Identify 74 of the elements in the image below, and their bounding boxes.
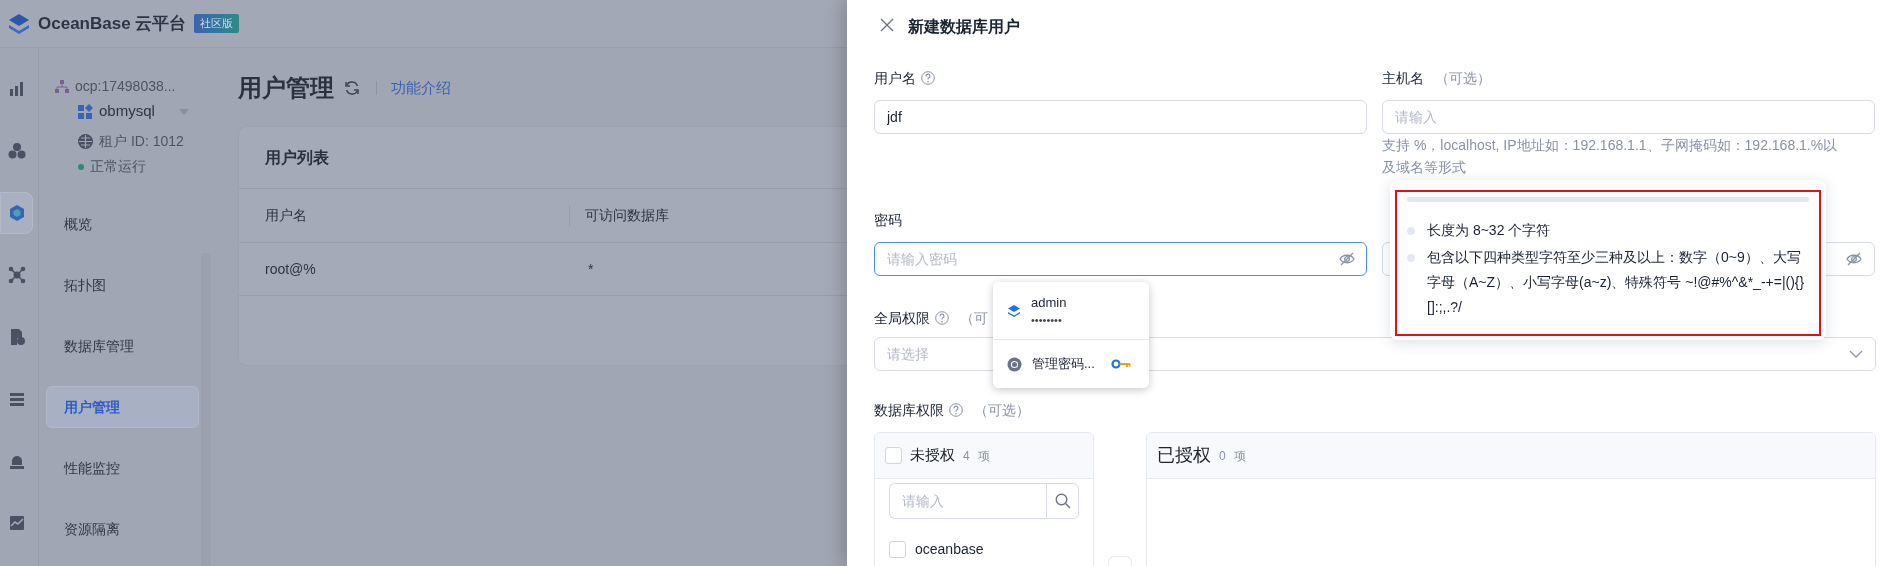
help-icon xyxy=(949,403,963,417)
refresh-button[interactable] xyxy=(344,79,362,97)
eye-off-icon[interactable] xyxy=(1339,251,1355,267)
optional-hint: （可选） xyxy=(974,400,1030,420)
field-label: 用户名 xyxy=(874,68,916,88)
sidebar-item[interactable]: 概览 xyxy=(46,203,199,245)
password-field[interactable]: 请输入密码 xyxy=(874,242,1367,276)
sidebar-item[interactable]: 拓扑图 xyxy=(46,264,199,306)
bar-chart-icon xyxy=(7,80,26,98)
key-icon xyxy=(1111,359,1131,369)
status-dot-icon xyxy=(78,163,84,170)
optional-hint: （可 xyxy=(960,308,988,328)
field-label: 数据库权限 xyxy=(874,400,944,420)
browser-icon xyxy=(1007,356,1022,372)
hierarchy-icon xyxy=(55,79,69,94)
chevron-down-icon xyxy=(1849,350,1863,358)
refresh-icon xyxy=(344,80,360,96)
checkbox[interactable] xyxy=(889,541,906,558)
sidebar-item[interactable]: 资源隔离 xyxy=(46,508,199,550)
line-chart-icon xyxy=(7,514,26,532)
tenant-icon xyxy=(78,104,93,119)
select-all-checkbox[interactable] xyxy=(885,447,902,464)
globe-icon xyxy=(78,134,93,149)
masked-password: •••••••• xyxy=(1031,313,1063,328)
drawer-title: 新建数据库用户 xyxy=(908,17,1020,37)
account-name: admin xyxy=(1031,293,1067,312)
list-item-label: oceanbase xyxy=(915,540,984,559)
search-field[interactable]: 请输入 xyxy=(889,483,1046,519)
sidebar-item[interactable]: 用户管理 xyxy=(46,386,199,428)
page-title: 用户管理 xyxy=(238,73,334,103)
count-unit: 项 xyxy=(977,447,990,465)
field-label: 全局权限 xyxy=(874,308,930,328)
tenant-status: 正常运行 xyxy=(90,157,146,176)
column-header: 用户名 xyxy=(264,206,308,225)
rule-text: 长度为 8~32 个字符 xyxy=(1427,221,1551,240)
item-count: 4 xyxy=(963,447,970,465)
logo-icon xyxy=(8,12,30,35)
search-button[interactable] xyxy=(1046,483,1079,519)
optional-hint: （可选） xyxy=(1435,68,1491,88)
hostname-field[interactable]: 请输入 xyxy=(1382,100,1875,134)
username-field[interactable]: jdf xyxy=(874,100,1367,134)
network-icon xyxy=(7,266,26,284)
column-header: 可访问数据库 xyxy=(569,204,669,227)
help-icon xyxy=(921,71,935,85)
brand-name: OceanBase 云平台 xyxy=(38,12,187,35)
nav-rail-button[interactable] xyxy=(0,192,33,234)
help-text: 支持 %，localhost, IP地址如：192.168.1.1、子网掩码如：192.168.1.%以及域名等形式 xyxy=(1382,136,1839,177)
cluster-icon xyxy=(7,142,26,160)
eye-off-icon[interactable] xyxy=(1846,251,1862,267)
manage-passwords-item[interactable]: 管理密码... xyxy=(993,340,1149,388)
sidebar-item[interactable]: 性能监控 xyxy=(46,447,199,489)
cluster-name: ocp:17498038... xyxy=(75,77,176,96)
table-cell-text: * xyxy=(587,259,594,279)
sidebar-item[interactable]: 数据库管理 xyxy=(46,325,199,367)
table-cell-text: root@% xyxy=(264,259,317,279)
panel-title: 已授权 xyxy=(1157,444,1211,467)
item-count: 0 xyxy=(1219,447,1226,465)
search-icon xyxy=(1054,493,1071,509)
edition-badge: 社区版 xyxy=(194,14,240,33)
stack-icon xyxy=(7,390,26,408)
field-label: 主机名 xyxy=(1382,68,1424,88)
hexagon-icon xyxy=(7,204,26,222)
select-placeholder: 请选择 xyxy=(887,344,929,364)
panel-title: 未授权 xyxy=(910,445,955,466)
saved-account-item[interactable]: admin •••••••• xyxy=(993,282,1149,340)
help-icon xyxy=(935,311,949,325)
field-label: 密码 xyxy=(874,210,902,230)
rule-text: 包含以下四种类型字符至少三种及以上：数字（0~9）、大写字母（A~Z）、小写字母(a~z)、特殊符号 ~!@#%^&*_-+=|(){}[]:;,.?/ xyxy=(1427,248,1806,317)
tenant-name: obmysql xyxy=(99,101,155,122)
close-icon xyxy=(880,18,894,32)
count-unit: 项 xyxy=(1233,447,1246,465)
card-title: 用户列表 xyxy=(239,127,847,189)
layers-icon xyxy=(1007,303,1021,318)
tenant-id: 租户 ID: 1012 xyxy=(99,132,184,151)
